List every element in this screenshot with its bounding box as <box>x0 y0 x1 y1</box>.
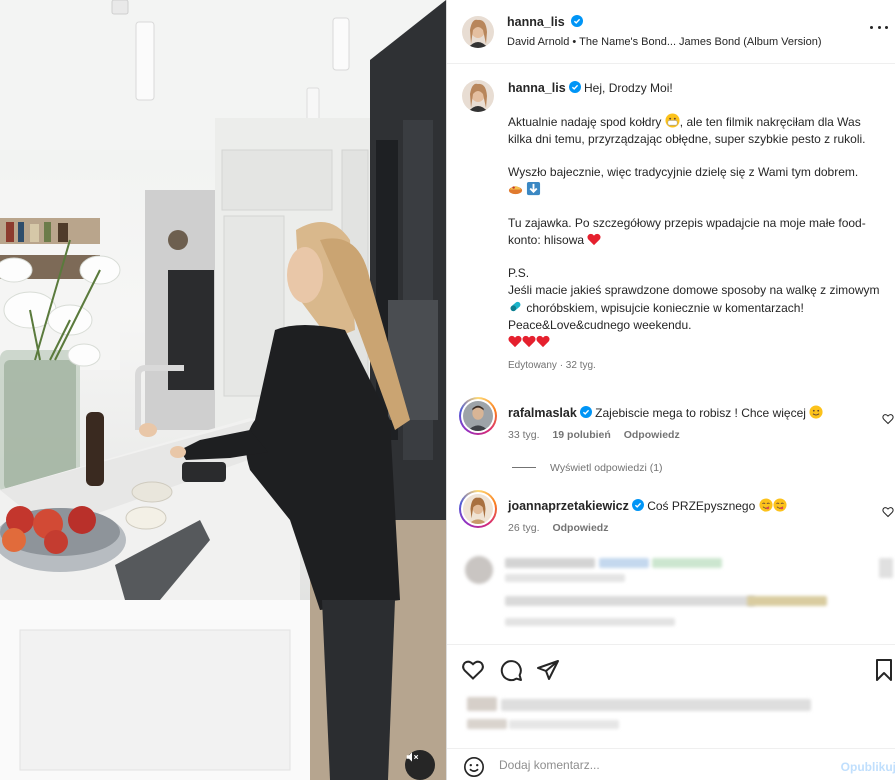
share-icon[interactable] <box>536 658 560 682</box>
caption-paragraph: Wyszło bajecznie, więc tradycyjnie dziel… <box>508 164 886 199</box>
verified-badge-icon <box>571 15 584 27</box>
red-heart-emoji-icon <box>536 335 550 348</box>
speaker-muted-icon <box>406 752 419 762</box>
comment-reply-button[interactable]: Odpowiedz <box>552 522 608 534</box>
post-header: hanna_lis David Arnold • The Name's Bond… <box>447 0 895 64</box>
down-arrow-emoji-icon <box>527 181 541 196</box>
comment-text: Zajebiscie mega to robisz ! Chce więcej <box>595 406 806 420</box>
author-avatar[interactable] <box>462 16 494 48</box>
add-comment-bar: Opublikuj <box>447 748 895 780</box>
comment-likes[interactable]: 19 polubień <box>552 429 610 441</box>
comment-like-heart-icon[interactable] <box>882 413 894 425</box>
post-video[interactable] <box>0 0 446 780</box>
caption-edited-time: Edytowany · 32 tyg. <box>508 360 596 371</box>
commenter-avatar[interactable] <box>459 397 497 435</box>
bookmark-icon[interactable] <box>872 658 895 682</box>
comment-time: 26 tyg. <box>508 522 540 534</box>
comment-meta: 33 tyg. 19 polubień Odpowiedz <box>508 429 690 441</box>
caption-author-avatar[interactable] <box>462 80 494 112</box>
mute-button[interactable] <box>405 750 435 780</box>
post-details-panel: hanna_lis David Arnold • The Name's Bond… <box>446 0 895 780</box>
video-frame <box>0 0 446 780</box>
replies-divider <box>512 467 536 468</box>
heart-icon[interactable] <box>461 658 485 682</box>
author-username[interactable]: hanna_lis <box>507 15 565 29</box>
comment-input[interactable] <box>499 758 819 772</box>
comment-meta: 26 tyg. Odpowiedz <box>508 522 618 534</box>
caption-paragraph: Aktualnie nadaję spod kołdry , ale ten f… <box>508 113 866 146</box>
comment-like-heart-icon[interactable] <box>882 506 894 518</box>
emoji-icon[interactable] <box>463 756 485 778</box>
yum-face-emoji-icon <box>759 498 773 512</box>
red-heart-emoji-icon <box>587 233 601 246</box>
more-icon <box>870 25 873 29</box>
more-options-button[interactable] <box>870 24 888 30</box>
post-actions <box>447 644 895 748</box>
publish-comment-button[interactable]: Opublikuj <box>841 760 895 774</box>
caption-username[interactable]: hanna_lis <box>508 81 566 95</box>
yum-face-emoji-icon <box>773 498 787 512</box>
verified-badge-icon <box>631 499 644 511</box>
comment-username[interactable]: joannaprzetakiewicz <box>508 499 629 513</box>
caption-paragraph: P.S. Jeśli macie jakieś sprawdzone domow… <box>508 265 886 351</box>
commenter-avatar[interactable] <box>459 490 497 528</box>
pill-emoji-icon <box>510 301 521 312</box>
post-caption: hanna_lis Hej, Drodzy Moi! Aktualnie nad… <box>508 80 886 374</box>
caption-greeting: Hej, Drodzy Moi! <box>584 81 673 95</box>
comment-text: Coś PRZEpysznego <box>647 499 756 513</box>
verified-badge-icon <box>579 406 592 418</box>
sick-face-emoji-icon <box>665 113 680 128</box>
view-replies-button[interactable]: Wyświetl odpowiedzi (1) <box>512 462 663 474</box>
red-heart-emoji-icon <box>522 335 536 348</box>
smiling-face-emoji-icon <box>809 405 823 419</box>
comment-reply-button[interactable]: Odpowiedz <box>624 429 680 441</box>
red-heart-emoji-icon <box>508 335 522 348</box>
pasta-bowl-emoji-icon <box>508 186 523 195</box>
comment-username[interactable]: rafalmaslak <box>508 406 577 420</box>
audio-track-link[interactable]: David Arnold • The Name's Bond... James … <box>507 36 822 48</box>
post-author: hanna_lis <box>507 15 584 29</box>
comment-icon[interactable] <box>499 658 523 682</box>
comment-time: 33 tyg. <box>508 429 540 441</box>
verified-badge-icon <box>568 81 581 93</box>
caption-paragraph: Tu zajawka. Po szczegółowy przepis wpada… <box>508 216 866 247</box>
